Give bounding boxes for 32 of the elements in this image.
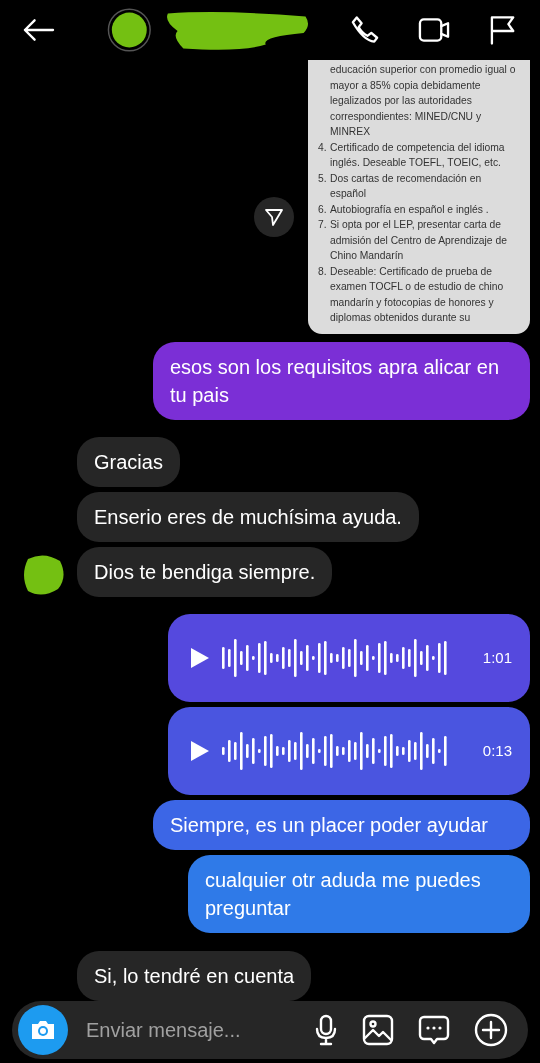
chat-bubble-icon[interactable] bbox=[418, 1014, 450, 1046]
avatar[interactable] bbox=[106, 7, 152, 53]
video-camera-icon[interactable] bbox=[417, 16, 451, 44]
send-icon[interactable] bbox=[264, 206, 284, 227]
message-bubble: Siempre, es un placer poder ayudar bbox=[153, 799, 530, 850]
message-field[interactable]: Enviar mensaje... bbox=[84, 1017, 302, 1043]
message-bubble: Dios te bendiga siempre. bbox=[77, 546, 333, 597]
flag-icon[interactable] bbox=[488, 14, 516, 46]
document-image[interactable] bbox=[308, 60, 530, 334]
list-item: 5. Dos cartas de recomendación en español bbox=[318, 171, 483, 201]
play-icon[interactable] bbox=[190, 739, 210, 762]
list-item: educación superior con promedio igual o mayor a 85% copia debidamente legalizados por las autoridades correspondientes: MINED/CNU y MINREX bbox=[329, 63, 517, 139]
list-item: 4. Certificado de competencia del idioma inglés. Deseable TOEFL, TOEIC, etc. bbox=[318, 140, 506, 170]
message-bubble: Si, lo tendré en cuenta bbox=[77, 950, 312, 1001]
list-item: 7. Si opta por el LEP, presentar carta de admisión del Centro de Aprendizaje de Chino Mandarín bbox=[318, 218, 508, 263]
message-bubble: Enserio eres de muchísima ayuda. bbox=[77, 491, 419, 542]
list-item: 6. Autobiografía en español e inglés . bbox=[318, 202, 490, 217]
camera-button[interactable] bbox=[18, 1005, 68, 1055]
camera-icon bbox=[29, 1018, 57, 1042]
duration-label: 0:13 bbox=[482, 742, 512, 759]
duration-label: 1:01 bbox=[482, 649, 512, 666]
add-icon[interactable] bbox=[474, 1013, 508, 1047]
message-bubble: Gracias bbox=[77, 436, 180, 487]
play-icon[interactable] bbox=[190, 646, 210, 669]
voice-message[interactable]: 0:13 bbox=[168, 706, 530, 795]
image-icon[interactable] bbox=[362, 1014, 394, 1046]
message-bubble: cualquier otr aduda me puedes preguntar bbox=[188, 854, 530, 933]
voice-message[interactable]: 1:01 bbox=[168, 613, 530, 702]
back-icon[interactable] bbox=[22, 18, 55, 42]
list-item: 8. Deseable: Certificado de prueba de examen TOCFL o de estudio de chino mandarín y fotocopias de honores y diplomas obtenidos durante su bbox=[318, 264, 505, 325]
microphone-icon[interactable] bbox=[314, 1014, 338, 1046]
message-bubble: esos son los requisitos apra alicar en tu pais bbox=[153, 341, 530, 420]
